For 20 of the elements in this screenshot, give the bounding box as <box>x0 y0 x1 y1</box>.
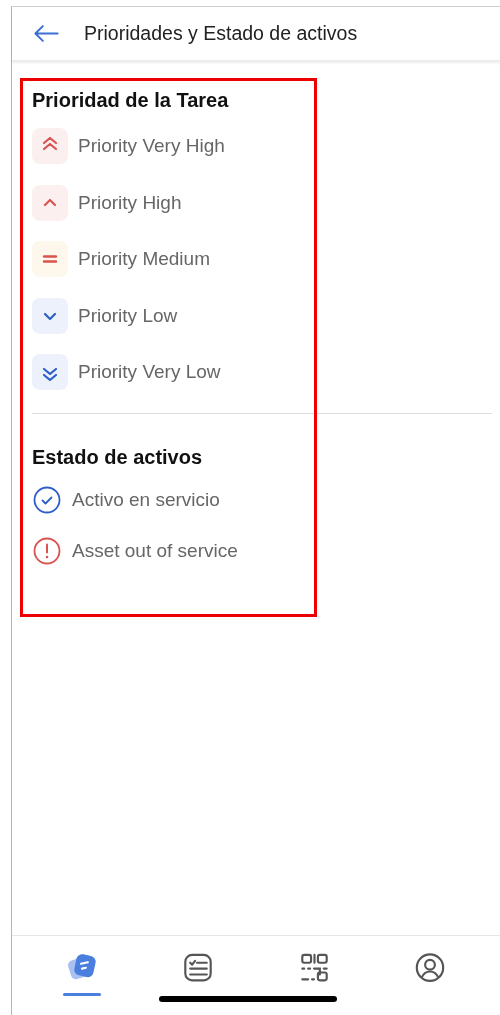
back-arrow-icon[interactable] <box>33 25 59 42</box>
legend-label: Priority High <box>78 191 182 214</box>
checklist-icon[interactable] <box>181 952 215 984</box>
chevron-up-icon <box>32 184 68 221</box>
section-heading: Prioridad de la Tarea <box>32 89 230 112</box>
legend-label: Priority Low <box>78 304 178 327</box>
profile-icon[interactable] <box>413 952 447 984</box>
legend-label: Activo en servicio <box>72 488 220 511</box>
alert-circle-icon <box>33 536 61 565</box>
screen-title: Prioridades y Estado de activos <box>84 22 358 45</box>
legend-label: Priority Very High <box>78 135 225 157</box>
check-circle-icon <box>33 485 61 514</box>
legend-label: Priority Very Low <box>78 361 221 383</box>
legend-label: Priority Medium <box>78 248 210 270</box>
section-heading: Estado de activos <box>32 445 204 469</box>
double-chevron-down-icon <box>32 354 68 390</box>
double-chevron-up-icon <box>32 128 68 164</box>
legend-label: Asset out of service <box>72 539 238 562</box>
chevron-down-icon <box>32 297 68 334</box>
equals-icon <box>32 241 68 277</box>
